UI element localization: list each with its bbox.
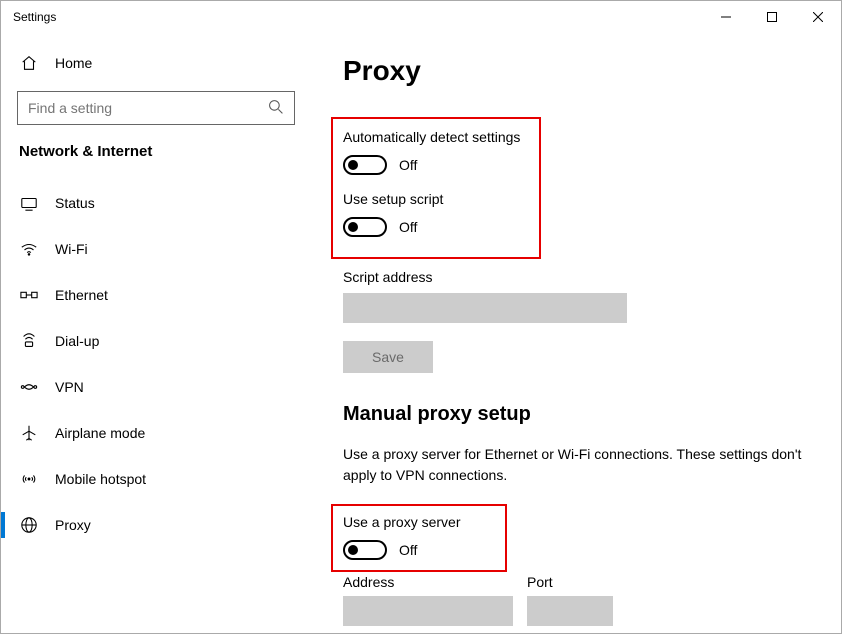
sidebar-item-label: Ethernet (55, 287, 108, 303)
port-input[interactable] (527, 596, 613, 626)
category-header: Network & Internet (1, 143, 311, 180)
search-input[interactable] (28, 100, 268, 116)
save-button[interactable]: Save (343, 341, 433, 373)
sidebar-item-label: Status (55, 195, 95, 211)
window-title: Settings (13, 10, 56, 24)
title-bar: Settings (1, 1, 841, 33)
maximize-button[interactable] (749, 1, 795, 33)
sidebar: Home Network & Internet Status Wi-Fi (1, 33, 311, 633)
airplane-icon (19, 424, 39, 442)
auto-proxy-highlight: Automatically detect settings Off Use se… (331, 117, 541, 259)
status-icon (19, 194, 39, 212)
sidebar-item-airplane[interactable]: Airplane mode (1, 410, 311, 456)
auto-detect-state: Off (399, 157, 417, 173)
sidebar-item-label: Mobile hotspot (55, 471, 146, 487)
sidebar-item-label: VPN (55, 379, 84, 395)
sidebar-item-label: Wi-Fi (55, 241, 88, 257)
sidebar-item-wifi[interactable]: Wi-Fi (1, 226, 311, 272)
use-proxy-state: Off (399, 542, 417, 558)
proxy-icon (19, 516, 39, 534)
search-box[interactable] (17, 91, 295, 125)
address-label: Address (343, 574, 513, 590)
use-proxy-highlight: Use a proxy server Off (331, 504, 507, 572)
home-label: Home (55, 55, 92, 71)
home-icon (19, 54, 39, 72)
sidebar-item-status[interactable]: Status (1, 180, 311, 226)
sidebar-item-label: Dial-up (55, 333, 99, 349)
address-input[interactable] (343, 596, 513, 626)
manual-heading: Manual proxy setup (343, 403, 811, 426)
script-address-input[interactable] (343, 293, 627, 323)
home-nav[interactable]: Home (1, 43, 311, 83)
use-proxy-toggle[interactable] (343, 540, 387, 560)
main-content: Proxy Automatically detect settings Off … (311, 33, 841, 633)
hotspot-icon (19, 470, 39, 488)
auto-detect-label: Automatically detect settings (343, 129, 529, 145)
page-title: Proxy (343, 55, 811, 87)
search-icon (268, 99, 284, 118)
sidebar-item-dialup[interactable]: Dial-up (1, 318, 311, 364)
wifi-icon (19, 240, 39, 258)
close-button[interactable] (795, 1, 841, 33)
sidebar-item-vpn[interactable]: VPN (1, 364, 311, 410)
auto-detect-toggle[interactable] (343, 155, 387, 175)
setup-script-toggle[interactable] (343, 217, 387, 237)
setup-script-label: Use setup script (343, 191, 529, 207)
script-address-label: Script address (343, 269, 811, 285)
ethernet-icon (19, 286, 39, 304)
manual-description: Use a proxy server for Ethernet or Wi-Fi… (343, 444, 803, 486)
sidebar-item-ethernet[interactable]: Ethernet (1, 272, 311, 318)
minimize-button[interactable] (703, 1, 749, 33)
sidebar-item-hotspot[interactable]: Mobile hotspot (1, 456, 311, 502)
sidebar-item-label: Proxy (55, 517, 91, 533)
sidebar-item-proxy[interactable]: Proxy (1, 502, 311, 548)
setup-script-state: Off (399, 219, 417, 235)
vpn-icon (19, 378, 39, 396)
sidebar-item-label: Airplane mode (55, 425, 145, 441)
window-controls (703, 1, 841, 33)
use-proxy-label: Use a proxy server (343, 514, 495, 530)
port-label: Port (527, 574, 613, 590)
dialup-icon (19, 332, 39, 350)
